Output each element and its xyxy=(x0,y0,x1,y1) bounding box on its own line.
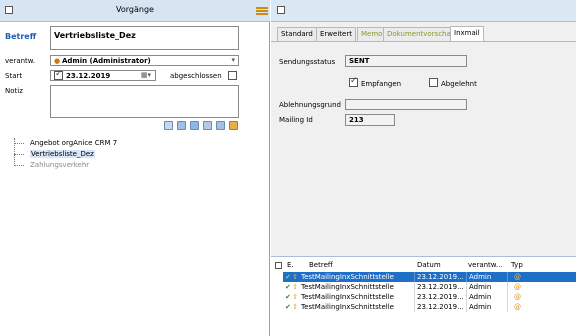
toolbar-button-4[interactable] xyxy=(203,121,212,130)
row-betreff: TestMailingInxSchnittstelle xyxy=(301,273,394,281)
row-datum: 23.12.2019... xyxy=(417,303,464,311)
detail-header-checkbox[interactable] xyxy=(277,6,285,14)
grid-header-e[interactable]: E. xyxy=(287,261,294,269)
grid-select-all[interactable] xyxy=(275,262,282,269)
tab-standard[interactable]: Standard xyxy=(277,27,317,41)
row-betreff: TestMailingInxSchnittstelle xyxy=(301,283,394,291)
detail-header xyxy=(271,0,576,22)
typ-icon: @ xyxy=(514,293,521,301)
menu-icon[interactable] xyxy=(256,7,268,15)
vorgaenge-header: Vorgänge xyxy=(0,0,270,22)
arrow-icon: ⇧ xyxy=(292,283,298,291)
table-row[interactable]: ✔ ⇧ TestMailingInxSchnittstelle 23.12.20… xyxy=(283,272,576,282)
vorgaenge-title: Vorgänge xyxy=(116,5,154,14)
row-datum: 23.12.2019... xyxy=(417,283,464,291)
toolbar-button-5[interactable] xyxy=(216,121,225,130)
sendungsstatus-field[interactable]: SENT xyxy=(345,55,467,67)
row-betreff: TestMailingInxSchnittstelle xyxy=(301,303,394,311)
ablehnungsgrund-label: Ablehnungsgrund xyxy=(279,101,341,109)
row-betreff: TestMailingInxSchnittstelle xyxy=(301,293,394,301)
toolbar-button-2[interactable] xyxy=(177,121,186,130)
typ-icon: @ xyxy=(514,303,521,311)
row-verantw: Admin xyxy=(469,273,492,281)
sendungsstatus-label: Sendungsstatus xyxy=(279,58,336,66)
start-checkbox[interactable] xyxy=(54,69,63,80)
notiz-field[interactable] xyxy=(50,85,239,118)
verantw-label: verantw. xyxy=(5,57,36,65)
grid-header-typ[interactable]: Typ xyxy=(511,261,523,269)
grid-header-verantw[interactable]: verantw... xyxy=(468,261,503,269)
tab-erweitert[interactable]: Erweitert xyxy=(316,27,356,41)
grid-header-datum[interactable]: Datum xyxy=(417,261,441,269)
empfangen-checkbox[interactable] xyxy=(349,76,358,87)
row-datum: 23.12.2019... xyxy=(417,293,464,301)
start-date-field[interactable]: 23.12.2019 ▦▾ xyxy=(50,69,156,81)
row-verantw: Admin xyxy=(469,293,492,301)
mailing-id-field[interactable]: 213 xyxy=(345,114,395,126)
grid-header-betreff[interactable]: Betreff xyxy=(309,261,333,269)
row-datum: 23.12.2019... xyxy=(417,273,464,281)
abgeschlossen-checkbox[interactable] xyxy=(228,71,237,80)
mailing-id-label: Mailing Id xyxy=(279,116,313,124)
row-verantw: Admin xyxy=(469,283,492,291)
table-row[interactable]: ✔ ⇧ TestMailingInxSchnittstelle 23.12.20… xyxy=(283,292,576,302)
verantw-value: Admin (Administrator) xyxy=(62,57,151,65)
tree-item-2[interactable]: Vertriebsliste_Dez xyxy=(30,150,95,158)
arrow-icon: ⇧ xyxy=(292,273,298,281)
notiz-label: Notiz xyxy=(5,87,23,95)
verantw-select[interactable]: ● Admin (Administrator) ▾ xyxy=(50,55,239,66)
calendar-icon[interactable]: ▦▾ xyxy=(141,71,151,79)
chevron-down-icon[interactable]: ▾ xyxy=(231,56,235,64)
check-icon: ✔ xyxy=(285,273,291,281)
abgelehnt-label: Abgelehnt xyxy=(441,80,477,88)
tree-item-3[interactable]: Zahlungsverkehr xyxy=(30,161,89,169)
start-value: 23.12.2019 xyxy=(66,72,111,80)
check-icon: ✔ xyxy=(285,303,291,311)
tree-item-1[interactable]: Angebot orgAnice CRM 7 xyxy=(30,139,117,147)
start-label: Start xyxy=(5,72,23,80)
abgelehnt-checkbox[interactable] xyxy=(429,78,438,87)
mailing-grid: E. Betreff Datum verantw... Typ ✔ ⇧ Test… xyxy=(271,256,576,336)
check-icon: ✔ xyxy=(285,293,291,301)
vorgaenge-panel: Vorgänge Betreff Vertriebsliste_Dez vera… xyxy=(0,0,270,336)
typ-icon: @ xyxy=(514,273,521,281)
toolbar-button-3[interactable] xyxy=(190,121,199,130)
toolbar-button-1[interactable] xyxy=(164,121,173,130)
betreff-value: Vertriebsliste_Dez xyxy=(54,31,136,40)
typ-icon: @ xyxy=(514,283,521,291)
table-row[interactable]: ✔ ⇧ TestMailingInxSchnittstelle 23.12.20… xyxy=(283,302,576,312)
arrow-icon: ⇧ xyxy=(292,293,298,301)
tab-inxmail[interactable]: Inxmail xyxy=(450,26,484,41)
betreff-field[interactable]: Vertriebsliste_Dez xyxy=(50,26,239,50)
user-icon: ● xyxy=(54,57,61,65)
table-row[interactable]: ✔ ⇧ TestMailingInxSchnittstelle 23.12.20… xyxy=(283,282,576,292)
betreff-label: Betreff xyxy=(5,32,37,41)
row-verantw: Admin xyxy=(469,303,492,311)
empfangen-label: Empfangen xyxy=(361,80,402,88)
detail-panel: Standard Erweitert Memo Dokumentvorschau… xyxy=(271,0,576,336)
check-icon: ✔ xyxy=(285,283,291,291)
toolbar-button-6[interactable] xyxy=(229,121,238,130)
tab-dokumentvorschau[interactable]: Dokumentvorschau xyxy=(383,27,460,41)
abgeschlossen-label: abgeschlossen xyxy=(170,72,222,80)
arrow-icon: ⇧ xyxy=(292,303,298,311)
ablehnungsgrund-field[interactable] xyxy=(345,99,467,110)
